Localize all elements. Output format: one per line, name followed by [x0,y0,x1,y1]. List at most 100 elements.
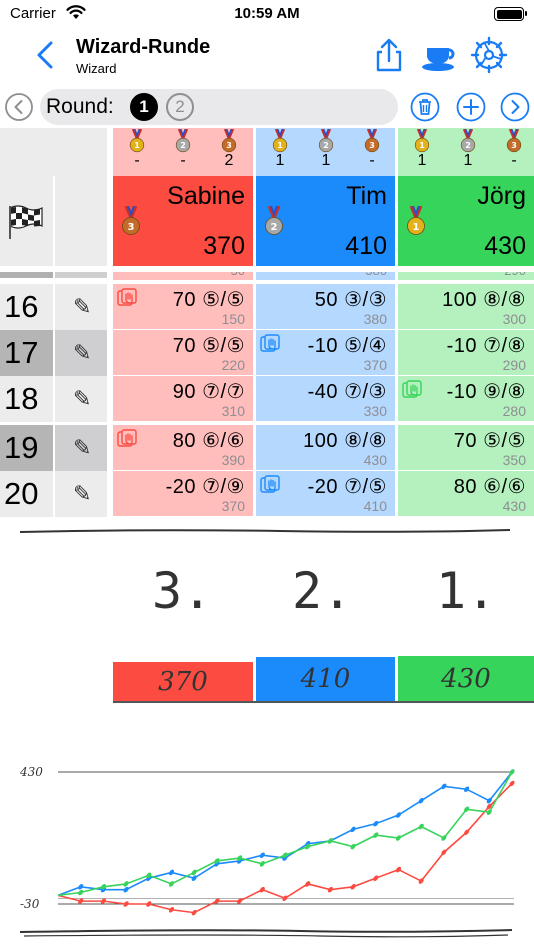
running-total: 350 [502,452,526,468]
round-score: -10 ⑦/⑧ [446,335,526,357]
running-total: 430 [502,498,526,514]
edit-round-button[interactable]: ✎ [55,425,107,471]
final-score-bar: 410 [256,657,395,702]
round-score: 80 ⑥/⑥ [453,476,526,498]
round-score: -20 ⑦/⑨ [165,476,245,498]
score-cell[interactable]: -20 ⑦/⑨ 370 [113,471,253,517]
medal-summary-2: 1 1 2 1 3 - [256,128,395,176]
running-total: 370 [363,357,387,373]
medal-icon: 1 [407,205,425,235]
medal-mini-icon: 1 [414,128,430,153]
player-rank: 2. [292,562,353,620]
medal-count: - [180,152,186,169]
player-name: Sabine [167,182,245,210]
score-cell[interactable]: -20 ⑦/⑤ 410 [256,471,395,517]
medal-mini-icon: 2 [460,128,476,153]
scroll-peek-cell: 380 [256,272,395,280]
svg-text:2: 2 [180,141,186,150]
series-point [373,875,379,881]
player-total: 430 [484,232,526,260]
medal-icon: 1 [414,128,430,153]
navigation-bar: Wizard-Runde Wizard [0,28,534,84]
running-total: 310 [221,403,245,419]
edit-round-button[interactable]: ✎ [55,330,107,376]
coffee-cup-icon[interactable] [420,36,458,74]
svg-text:1: 1 [277,141,283,150]
score-cell[interactable]: 80 ⑥/⑥ 430 [398,471,534,517]
svg-text:2: 2 [271,222,278,233]
svg-text:3: 3 [369,141,375,150]
score-progress-chart: 430 -30 [19,765,515,938]
bottom-separator [19,929,513,933]
game-type: Wizard [76,61,117,76]
settings-gear-icon[interactable] [470,36,508,74]
peek-score: 30 [231,272,245,278]
score-cell[interactable]: -40 ⑦/③ 330 [256,376,395,422]
peek-score: 380 [365,272,387,278]
player-total: 410 [345,232,387,260]
checkered-flag-icon [9,205,43,239]
score-cell[interactable]: -10 ⑦/⑧ 290 [398,330,534,376]
score-cell[interactable]: 70 ⑤/⑤ 150 [113,284,253,330]
round-1-button[interactable]: 1 [130,93,158,121]
running-total: 330 [363,403,387,419]
series-point [191,869,197,876]
scroll-peek-cell: 290 [398,272,534,280]
round-score: 100 ⑧/⑧ [303,430,387,452]
score-cell[interactable]: 80 ⑥/⑥ 390 [113,425,253,471]
edit-round-button[interactable]: ✎ [55,376,107,422]
edit-round-button[interactable]: ✎ [55,284,107,330]
series-point [395,812,402,818]
medal-icon: 2 [318,128,334,153]
score-cell[interactable]: 100 ⑧/⑧ 300 [398,284,534,330]
running-total: 430 [363,452,387,468]
round-number: 19 [0,425,53,471]
medal-count: 1 [417,152,427,169]
next-round-icon[interactable] [500,92,530,122]
medal-icon: 3 [364,128,380,153]
round-label: Round: [46,95,114,118]
score-cell[interactable]: -10 ⑤/④ 370 [256,330,395,376]
share-icon[interactable] [370,36,408,74]
medal-mini-icon: 2 [318,128,334,153]
medal-mini-icon: 3 [506,128,522,153]
medal-count: 1 [463,152,473,169]
player-card-2[interactable]: Tim 2 410 [256,176,395,266]
medal-icon: 3 [221,128,237,153]
round-2-button[interactable]: 2 [166,93,194,121]
medal-icon: 2 [460,128,476,153]
svg-text:1: 1 [134,141,140,150]
delete-trash-icon[interactable] [410,92,440,122]
medal-count: 1 [275,152,285,169]
bars-baseline [113,701,534,703]
svg-text:2: 2 [323,141,329,150]
round-score: 100 ⑧/⑧ [442,289,526,311]
back-chevron-icon[interactable] [34,40,56,70]
running-total: 390 [221,452,245,468]
svg-text:3: 3 [226,141,232,150]
peek-score: 290 [504,272,526,278]
add-round-icon[interactable] [456,92,486,122]
separator-line [19,529,511,533]
place-medal-icon: 2 [264,205,284,236]
medal-icon: 2 [265,205,283,235]
battery-icon [494,7,527,21]
score-cell[interactable]: 70 ⑤/⑤ 350 [398,425,534,471]
previous-round-icon[interactable] [4,92,34,122]
score-cell[interactable]: 50 ③/③ 380 [256,284,395,330]
player-card-1[interactable]: Sabine 3 370 [113,176,253,266]
series-point [418,823,424,830]
svg-text:1: 1 [419,141,425,150]
running-total: 410 [363,498,387,514]
edit-round-button[interactable]: ✎ [55,471,107,517]
medal-count: 2 [224,152,234,169]
score-cell[interactable]: 70 ⑤/⑤ 220 [113,330,253,376]
medal-icon: 1 [272,128,288,153]
pencil-icon: ✎ [73,340,92,365]
score-cell[interactable]: -10 ⑨/⑧ 280 [398,376,534,422]
score-cell[interactable]: 90 ⑦/⑦ 310 [113,376,253,422]
player-card-3[interactable]: Jörg 1 430 [398,176,534,266]
score-cell[interactable]: 100 ⑧/⑧ 430 [256,425,395,471]
round-score: 80 ⑥/⑥ [172,430,245,452]
medal-icon: 1 [129,128,145,153]
